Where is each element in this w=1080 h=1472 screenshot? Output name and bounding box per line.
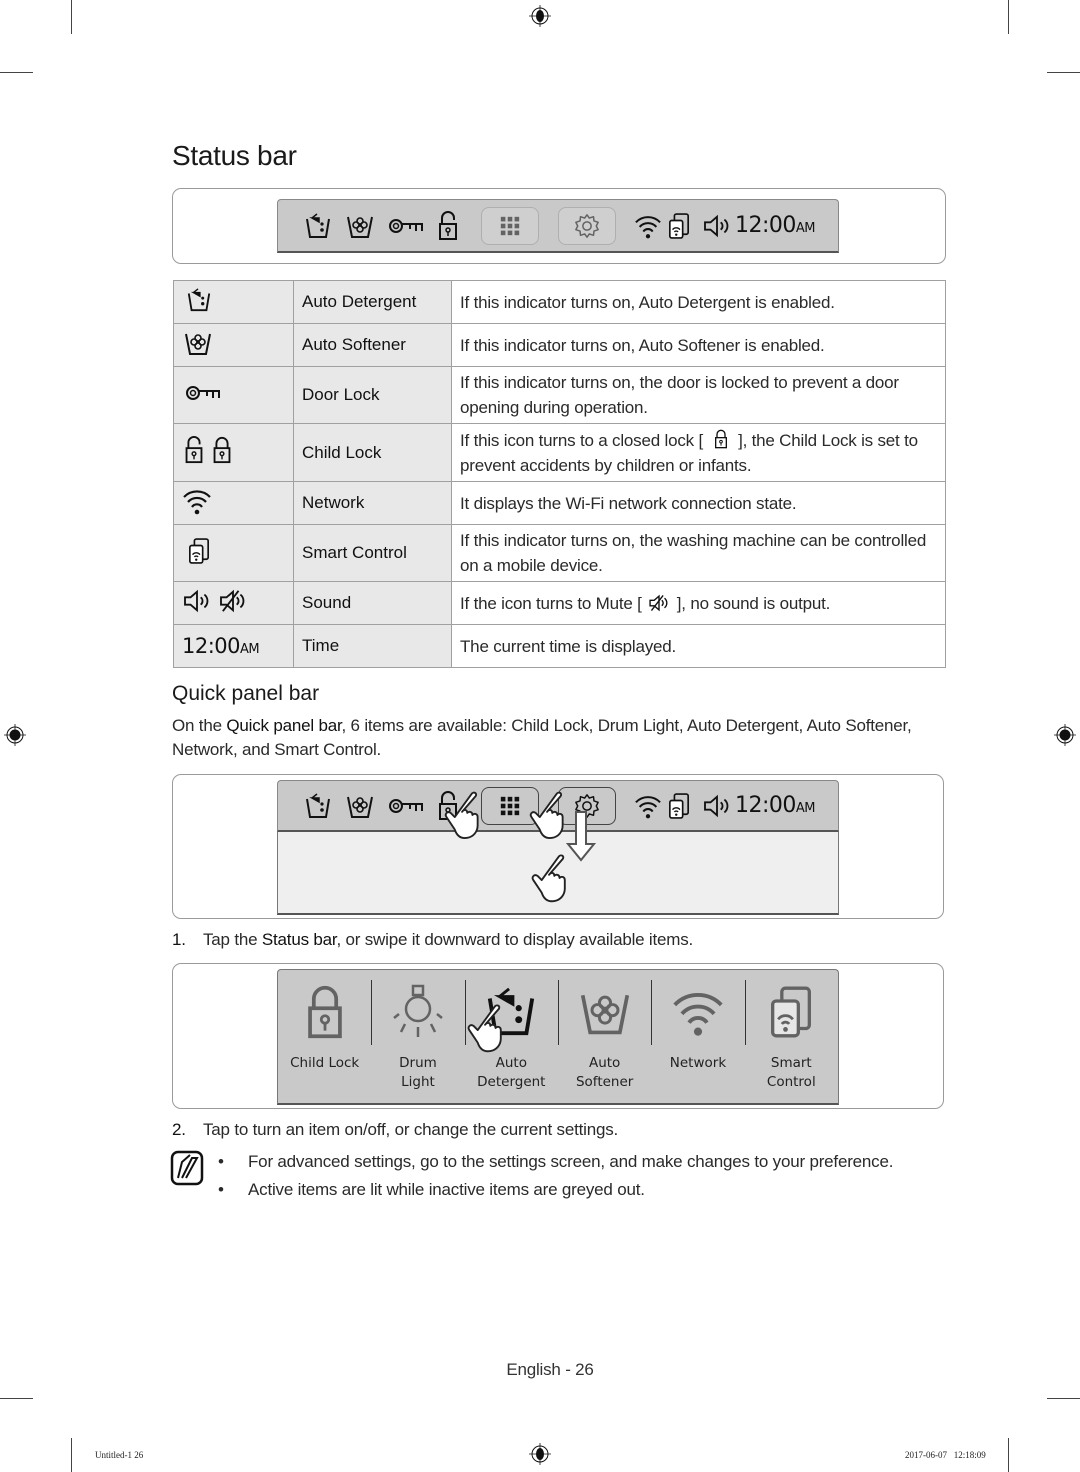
- wifi-icon: [670, 987, 726, 1037]
- apps-button[interactable]: [481, 206, 539, 245]
- quick-panel: Child Lock Drum Light Auto Detergent Auto S…: [277, 969, 839, 1105]
- time-icon: 12:00AM: [182, 634, 260, 658]
- smart-control-icon: [668, 792, 690, 820]
- auto-detergent-icon: [186, 287, 212, 313]
- door-lock-icon: [184, 383, 222, 403]
- auto-detergent-icon: [304, 212, 332, 240]
- row-name: Door Lock: [293, 366, 452, 424]
- quick-panel-item-auto-detergent[interactable]: Auto Detergent: [463, 970, 558, 1103]
- mute-icon: [218, 589, 248, 613]
- row-name: Time: [293, 624, 452, 668]
- crop-mark: [0, 1398, 33, 1399]
- child-lock-closed-icon: [714, 429, 728, 449]
- door-lock-icon: [388, 796, 424, 816]
- wifi-icon: [634, 793, 662, 819]
- table-row: Smart Control If this indicator turns on…: [173, 524, 946, 582]
- child-lock-open-icon: [184, 436, 204, 464]
- swipe-hand-icon: [527, 852, 569, 906]
- table-row: Door Lock If this indicator turns on, th…: [173, 366, 946, 424]
- settings-button[interactable]: [558, 206, 616, 245]
- footer-file-info: Untitled-1 26: [95, 1450, 144, 1460]
- crop-mark: [71, 1438, 72, 1472]
- row-name: Child Lock: [293, 423, 452, 482]
- auto-softener-icon: [346, 212, 374, 240]
- crop-mark: [71, 0, 72, 34]
- swipe-down-arrow-icon: [566, 811, 596, 862]
- row-name: Smart Control: [293, 524, 452, 582]
- smart-control-icon: [668, 212, 690, 240]
- footer-print-timestamp: 2017-06-07 12:18:09: [905, 1450, 986, 1460]
- status-bar[interactable]: 12:00AM: [277, 199, 839, 253]
- note-item: • Active items are lit while inactive ite…: [218, 1180, 645, 1199]
- row-description: If the icon turns to Mute [ ], no sound …: [451, 581, 946, 625]
- child-lock-icon: [306, 984, 344, 1040]
- step-2: 2. Tap to turn an item on/off, or change …: [172, 1120, 619, 1139]
- note-list: • For advanced settings, go to the settin…: [218, 1148, 948, 1204]
- smart-control-icon: [188, 537, 210, 565]
- wifi-icon: [634, 213, 662, 239]
- crop-mark: [1008, 0, 1009, 34]
- drum-light-bulb-icon: [393, 984, 443, 1037]
- child-lock-open-icon: [438, 211, 458, 241]
- sound-icon: [182, 589, 212, 613]
- table-row: Network It displays the Wi-Fi network co…: [173, 481, 946, 525]
- auto-softener-icon: [346, 792, 374, 820]
- quick-panel-item-auto-softener[interactable]: Auto Softener: [557, 970, 651, 1103]
- auto-softener-icon: [184, 329, 212, 357]
- row-description: The current time is displayed.: [451, 624, 946, 668]
- row-description: It displays the Wi-Fi network connection…: [451, 481, 946, 525]
- auto-detergent-icon: [304, 792, 332, 820]
- row-description: If this indicator turns on, the door is …: [451, 366, 946, 424]
- quick-panel-intro: On the Quick panel bar, 6 items are avai…: [172, 716, 912, 759]
- note-item: • For advanced settings, go to the settin…: [218, 1152, 894, 1171]
- quick-panel-item-smart-control[interactable]: Smart Control: [744, 970, 838, 1103]
- table-row: Child Lock If this icon turns to a close…: [173, 423, 946, 482]
- row-name: Auto Softener: [293, 323, 452, 367]
- crop-mark: [1047, 1398, 1080, 1399]
- registration-mark-icon: [4, 724, 26, 746]
- note-icon: [170, 1150, 204, 1186]
- table-row: Sound If the icon turns to Mute [ ], no …: [173, 581, 946, 625]
- crop-mark: [1047, 72, 1080, 73]
- registration-mark-icon: [1054, 724, 1076, 746]
- table-row: Auto Softener If this indicator turns on…: [173, 323, 946, 367]
- settings-gear-icon: [574, 213, 600, 239]
- clock: 12:00AM: [735, 213, 816, 238]
- wifi-icon: [182, 487, 212, 515]
- clock: 12:00AM: [735, 793, 816, 818]
- sound-icon: [702, 214, 732, 238]
- tap-hand-icon: [525, 790, 567, 842]
- sound-icon: [702, 794, 732, 818]
- auto-softener-icon: [579, 986, 631, 1038]
- tap-hand-icon: [463, 1002, 505, 1056]
- apps-grid-icon: [499, 215, 521, 237]
- smart-control-icon: [769, 984, 813, 1040]
- row-name: Sound: [293, 581, 452, 625]
- mute-icon: [648, 594, 670, 612]
- quick-panel-item-network[interactable]: Network: [651, 970, 744, 1103]
- status-icon-table: Auto Detergent If this indicator turns o…: [173, 280, 946, 668]
- table-row: Auto Detergent If this indicator turns o…: [173, 280, 946, 324]
- door-lock-icon: [388, 216, 424, 236]
- page-number: English - 26: [506, 1360, 594, 1379]
- step-1: 1. Tap the Status bar, or swipe it downwa…: [172, 930, 694, 949]
- row-name: Network: [293, 481, 452, 525]
- registration-mark-icon: [529, 1443, 551, 1465]
- tap-hand-icon: [440, 790, 482, 842]
- quick-panel-item-child-lock[interactable]: Child Lock: [278, 970, 371, 1103]
- crop-mark: [0, 72, 33, 73]
- crop-mark: [1008, 1438, 1009, 1472]
- row-description: If this indicator turns on, Auto Deterge…: [451, 280, 946, 324]
- section-heading: Quick panel bar: [172, 682, 320, 705]
- row-name: Auto Detergent: [293, 280, 452, 324]
- quick-panel-item-drum-light[interactable]: Drum Light: [371, 970, 464, 1103]
- apps-grid-icon: [499, 795, 521, 817]
- row-description: If this indicator turns on, Auto Softene…: [451, 323, 946, 367]
- page-title: Status bar: [172, 140, 297, 171]
- registration-mark-icon: [529, 5, 551, 27]
- row-description: If this icon turns to a closed lock [ ],…: [451, 423, 946, 482]
- table-row: 12:00AM Time The current time is display…: [173, 624, 946, 668]
- row-description: If this indicator turns on, the washing …: [451, 524, 946, 582]
- child-lock-closed-icon: [212, 436, 232, 464]
